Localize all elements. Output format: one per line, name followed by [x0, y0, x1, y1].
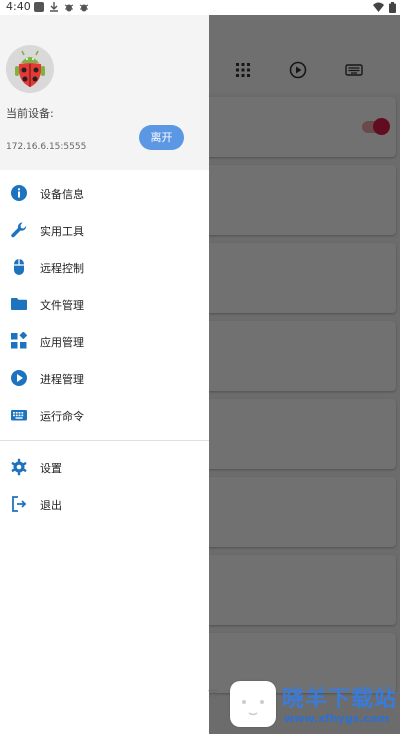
- watermark-title: 晓羊下载站: [282, 687, 398, 712]
- sheep-logo-icon: [242, 700, 264, 716]
- menu-item-label: 退出: [40, 499, 62, 512]
- system-icons: [373, 2, 396, 13]
- menu-item-process-manager[interactable]: 进程管理: [0, 360, 209, 397]
- menu-item-settings[interactable]: 设置: [0, 449, 209, 486]
- menu-item-label: 文件管理: [40, 299, 84, 312]
- folder-icon: [11, 298, 27, 310]
- site-watermark: 晓羊下载站 www.xfhygs.com: [228, 677, 400, 734]
- info-icon: [11, 185, 27, 201]
- watermark-url: www.xfhygs.com: [284, 712, 389, 725]
- gear-icon: [11, 458, 27, 476]
- menu-item-label: 运行命令: [40, 410, 84, 423]
- current-device-label: 当前设备:: [6, 107, 54, 120]
- exit-icon: [12, 496, 27, 512]
- battery-icon: [389, 2, 396, 13]
- status-bar: 4:40: [0, 0, 400, 15]
- mouse-icon: [14, 259, 24, 275]
- menu-item-run-command[interactable]: 运行命令: [0, 397, 209, 434]
- menu-item-device-info[interactable]: 设备信息: [0, 175, 209, 212]
- drawer-menu: 设备信息 实用工具 远程控制 文件管理 应用管理 进程管理 运行命令 设置 退出: [0, 175, 209, 523]
- menu-divider: [0, 440, 209, 441]
- menu-item-label: 实用工具: [40, 225, 84, 238]
- navigation-drawer: 当前设备: 172.16.6.15:5555 离开 设备信息 实用工具 远程控制…: [0, 15, 209, 734]
- menu-item-app-manager[interactable]: 应用管理: [0, 323, 209, 360]
- menu-item-label: 应用管理: [40, 336, 84, 349]
- wrench-icon: [11, 222, 27, 238]
- notification-icons: [34, 2, 89, 12]
- menu-item-label: 设置: [40, 462, 62, 475]
- background-text-fragment: 写: [208, 690, 218, 701]
- menu-item-label: 远程控制: [40, 262, 84, 275]
- avatar: [6, 45, 54, 93]
- menu-item-file-manager[interactable]: 文件管理: [0, 286, 209, 323]
- menu-item-label: 进程管理: [40, 373, 84, 386]
- menu-item-exit[interactable]: 退出: [0, 486, 209, 523]
- leave-button[interactable]: 离开: [139, 125, 184, 150]
- play-circle-icon: [11, 370, 27, 386]
- keyboard-icon: [11, 410, 27, 421]
- wifi-icon: [373, 2, 384, 12]
- status-time: 4:40: [6, 0, 31, 13]
- ladybug-logo-icon: [6, 45, 54, 93]
- drawer-header: 当前设备: 172.16.6.15:5555 离开: [0, 15, 209, 170]
- watermark-logo: [230, 681, 276, 727]
- menu-item-label: 设备信息: [40, 188, 84, 201]
- bug-icon: [79, 4, 89, 12]
- menu-item-tools[interactable]: 实用工具: [0, 212, 209, 249]
- app-notification-icon: [34, 2, 44, 12]
- bug-icon: [64, 4, 74, 12]
- menu-item-remote-control[interactable]: 远程控制: [0, 249, 209, 286]
- download-icon: [50, 2, 58, 12]
- apps-icon: [11, 332, 28, 349]
- device-ip-address: 172.16.6.15:5555: [6, 142, 87, 152]
